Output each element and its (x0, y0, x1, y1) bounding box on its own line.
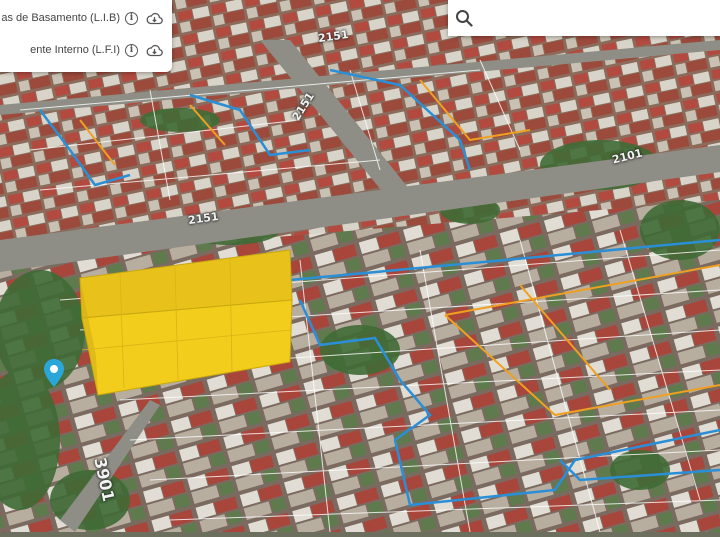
layer-item-basamento[interactable]: as de Basamento (L.I.B) i (0, 4, 172, 32)
aerial-imagery (0, 0, 720, 533)
search-icon[interactable] (455, 9, 473, 27)
info-icon[interactable]: i (125, 43, 138, 57)
cloud-download-icon[interactable] (146, 43, 163, 57)
map-pin-icon[interactable] (42, 358, 66, 388)
cloud-download-icon[interactable] (146, 11, 163, 25)
layer-label: as de Basamento (L.I.B) (1, 12, 120, 24)
satellite-3d-map[interactable]: 2151 2151 2101 2151 3901 (0, 0, 720, 533)
search-box (448, 0, 720, 36)
layer-item-interno[interactable]: ente Interno (L.F.I) i (0, 36, 172, 64)
layer-label: ente Interno (L.F.I) (30, 44, 120, 56)
layers-panel: as de Basamento (L.I.B) i ente Interno (… (0, 0, 172, 72)
info-icon[interactable]: i (125, 11, 138, 25)
search-input[interactable] (478, 6, 718, 32)
